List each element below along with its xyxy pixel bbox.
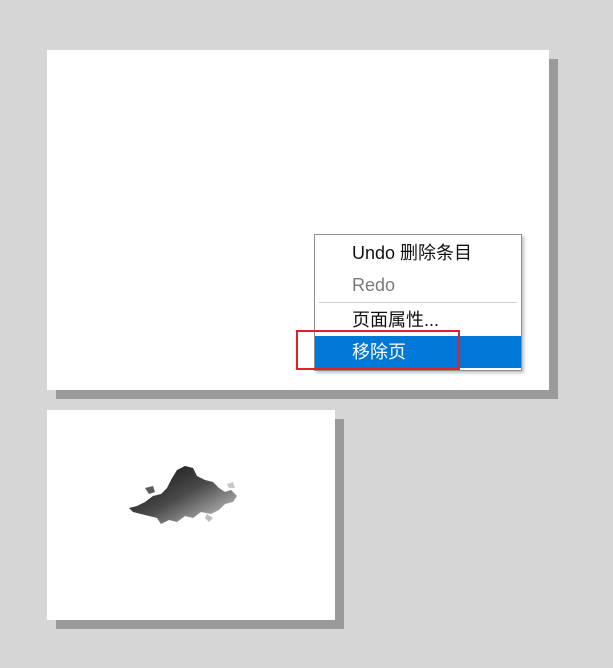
menu-separator	[319, 302, 517, 303]
menu-item-page-properties[interactable]: 页面属性...	[315, 304, 521, 336]
context-menu: Undo 删除条目 Redo 页面属性... 移除页	[314, 234, 522, 371]
grayscale-image	[129, 466, 237, 524]
menu-item-undo[interactable]: Undo 删除条目	[315, 237, 521, 269]
page-2[interactable]	[47, 410, 335, 620]
menu-item-remove-page[interactable]: 移除页	[315, 336, 521, 368]
menu-item-redo[interactable]: Redo	[315, 269, 521, 301]
